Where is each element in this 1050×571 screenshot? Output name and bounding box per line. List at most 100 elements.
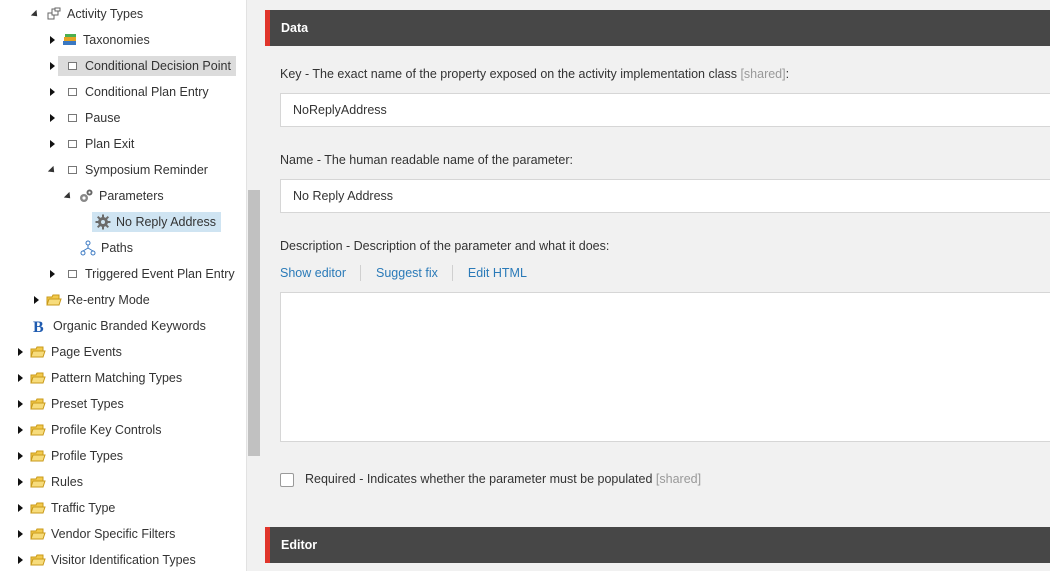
tree-item-label: Symposium Reminder	[85, 163, 208, 177]
collapse-arrow-icon[interactable]	[45, 160, 57, 180]
name-input[interactable]: No Reply Address	[280, 179, 1050, 213]
expand-arrow-icon[interactable]	[14, 342, 26, 362]
item-icon	[64, 84, 80, 100]
expand-arrow-icon[interactable]	[46, 134, 58, 154]
tree-item-label: Organic Branded Keywords	[53, 319, 206, 333]
data-section-header[interactable]: Data	[265, 10, 1050, 46]
tree-item-organic-branded-keywords[interactable]: B Organic Branded Keywords	[30, 316, 210, 336]
tree-item-label: Re-entry Mode	[67, 293, 150, 307]
hierarchy-icon	[46, 6, 62, 22]
tree-item-label: Paths	[101, 241, 133, 255]
expand-arrow-icon[interactable]	[14, 524, 26, 544]
tree-item-pause[interactable]: Pause	[46, 108, 124, 128]
folder-icon	[46, 292, 62, 308]
expand-arrow-icon[interactable]	[14, 550, 26, 570]
tree-item-visitor-identification-types[interactable]: Visitor Identification Types	[14, 550, 200, 570]
folder-icon	[30, 370, 46, 386]
tree-item-label: Traffic Type	[51, 501, 116, 515]
edit-html-link[interactable]: Edit HTML	[468, 266, 541, 280]
tree-item-label: Conditional Decision Point	[85, 59, 231, 73]
description-editor-links: Show editor Suggest fix Edit HTML	[280, 265, 541, 281]
tree-item-vendor-specific-filters[interactable]: Vendor Specific Filters	[14, 524, 179, 544]
tree-item-preset-types[interactable]: Preset Types	[14, 394, 128, 414]
expand-arrow-icon[interactable]	[46, 30, 58, 50]
folder-icon	[30, 344, 46, 360]
tree-item-symposium-reminder[interactable]: Symposium Reminder	[46, 160, 212, 180]
collapse-arrow-icon[interactable]	[61, 186, 73, 206]
svg-text:B: B	[33, 319, 44, 334]
expand-arrow-icon[interactable]	[30, 290, 42, 310]
books-icon	[62, 32, 78, 48]
suggest-fix-link[interactable]: Suggest fix	[376, 266, 452, 280]
expand-arrow-icon[interactable]	[14, 420, 26, 440]
tree-item-label: Vendor Specific Filters	[51, 527, 176, 541]
section-title: Editor	[281, 538, 318, 552]
tree-item-conditional-decision-point[interactable]: Conditional Decision Point	[46, 56, 236, 76]
tree-item-label: Plan Exit	[85, 137, 135, 151]
tree-item-label: Profile Types	[51, 449, 124, 463]
required-checkbox[interactable]	[280, 473, 294, 487]
tree-item-plan-exit[interactable]: Plan Exit	[46, 134, 138, 154]
section-title: Data	[281, 21, 309, 35]
tree-item-label: Pause	[85, 111, 121, 125]
expand-arrow-icon[interactable]	[14, 472, 26, 492]
link-divider	[360, 265, 362, 281]
content-tree: Activity Types Taxonomies Conditional De…	[0, 0, 246, 571]
expand-arrow-icon[interactable]	[14, 498, 26, 518]
description-rich-text-area[interactable]	[280, 292, 1050, 442]
item-icon	[64, 162, 80, 178]
folder-icon	[30, 474, 46, 490]
tree-item-rules[interactable]: Rules	[14, 472, 87, 492]
shared-tag: [shared]	[740, 67, 786, 81]
tree-item-profile-key-controls[interactable]: Profile Key Controls	[14, 420, 165, 440]
tree-item-parameters[interactable]: Parameters	[62, 186, 168, 206]
b-logo-icon: B	[32, 318, 48, 334]
tree-item-label: Activity Types	[67, 7, 144, 21]
folder-icon	[30, 396, 46, 412]
folder-icon	[30, 526, 46, 542]
key-field-label: Key - The exact name of the property exp…	[280, 67, 790, 81]
item-icon	[64, 58, 80, 74]
expand-arrow-icon[interactable]	[14, 394, 26, 414]
tree-item-conditional-plan-entry[interactable]: Conditional Plan Entry	[46, 82, 213, 102]
tree-item-taxonomies[interactable]: Taxonomies	[46, 30, 154, 50]
tree-item-triggered-event-plan-entry[interactable]: Triggered Event Plan Entry	[46, 264, 239, 284]
expand-arrow-icon[interactable]	[14, 446, 26, 466]
tree-item-label: Preset Types	[51, 397, 124, 411]
name-field-label: Name - The human readable name of the pa…	[280, 153, 573, 167]
editor-section-header[interactable]: Editor	[265, 527, 1050, 563]
tree-item-re-entry-mode[interactable]: Re-entry Mode	[30, 290, 154, 310]
expand-arrow-icon[interactable]	[46, 82, 58, 102]
tree-item-activity-types[interactable]: Activity Types	[30, 4, 147, 24]
item-editor-panel: Data Key - The exact name of the propert…	[262, 0, 1050, 571]
tree-item-no-reply-address[interactable]: No Reply Address	[92, 212, 221, 232]
tree-item-label: No Reply Address	[116, 215, 217, 229]
item-icon	[64, 266, 80, 282]
collapse-arrow-icon[interactable]	[28, 4, 40, 24]
show-editor-link[interactable]: Show editor	[280, 266, 360, 280]
tree-item-traffic-type[interactable]: Traffic Type	[14, 498, 119, 518]
key-input[interactable]: NoReplyAddress	[280, 93, 1050, 127]
folder-icon	[30, 500, 46, 516]
tree-item-label: Parameters	[99, 189, 164, 203]
tree-scrollbar-thumb[interactable]	[248, 190, 260, 456]
tree-item-paths[interactable]: Paths	[78, 238, 137, 258]
required-field-label: Required - Indicates whether the paramet…	[305, 472, 702, 486]
item-icon	[64, 110, 80, 126]
expand-arrow-icon[interactable]	[46, 264, 58, 284]
gears-icon	[78, 188, 94, 204]
gear-icon	[95, 214, 111, 230]
tree-item-label: Conditional Plan Entry	[85, 85, 209, 99]
link-divider	[451, 265, 453, 281]
expand-arrow-icon[interactable]	[14, 368, 26, 388]
shared-tag: [shared]	[655, 472, 702, 486]
tree-item-pattern-matching-types[interactable]: Pattern Matching Types	[14, 368, 186, 388]
expand-arrow-icon[interactable]	[46, 108, 58, 128]
expand-arrow-icon[interactable]	[46, 56, 58, 76]
folder-icon	[30, 552, 46, 568]
tree-item-label: Rules	[51, 475, 83, 489]
tree-item-profile-types[interactable]: Profile Types	[14, 446, 127, 466]
tree-item-label: Visitor Identification Types	[51, 553, 196, 567]
tree-item-page-events[interactable]: Page Events	[14, 342, 126, 362]
tree-item-label: Profile Key Controls	[51, 423, 162, 437]
